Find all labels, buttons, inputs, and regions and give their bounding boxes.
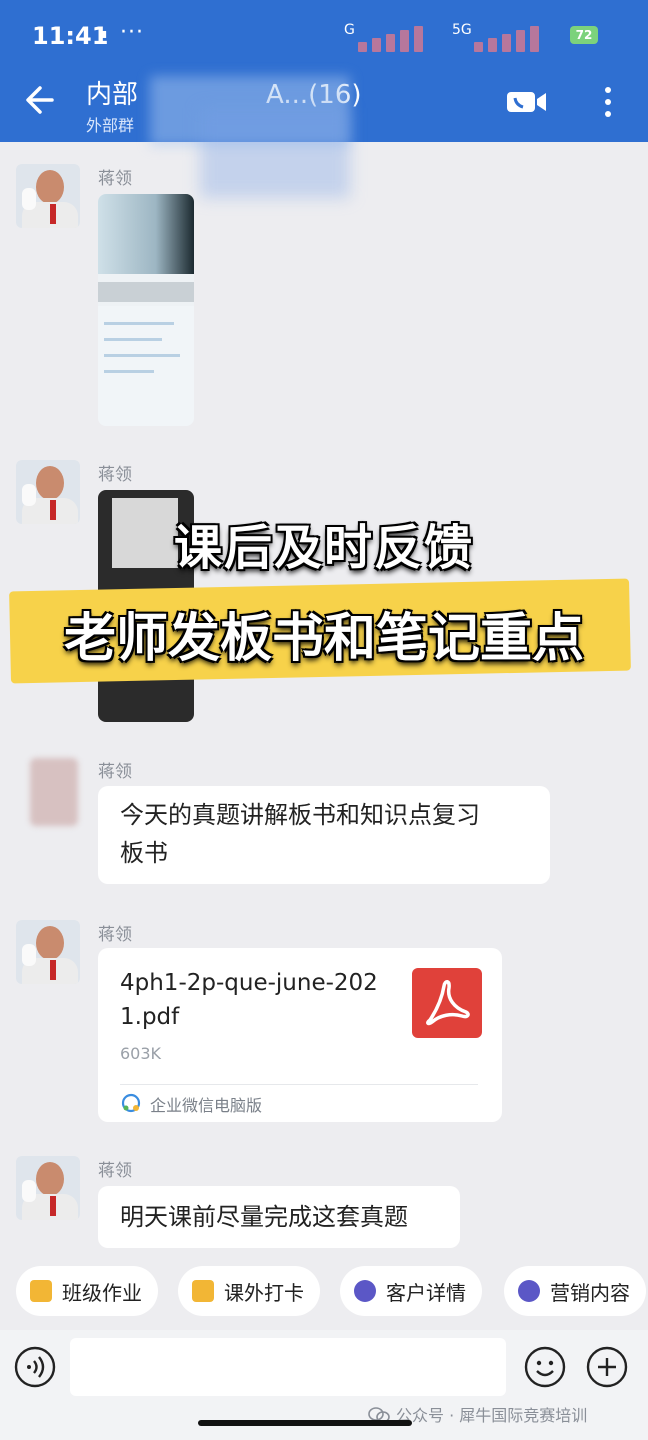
customer-icon: [354, 1280, 376, 1302]
back-arrow-icon[interactable]: [22, 82, 58, 122]
message-line: 明天课前尽量完成这套真题: [120, 1203, 408, 1231]
plus-icon[interactable]: [586, 1346, 628, 1388]
network-label-2: 5G: [452, 22, 472, 38]
chip-homework[interactable]: 班级作业: [16, 1266, 158, 1316]
message-line: 板书: [120, 839, 168, 867]
video-call-icon[interactable]: [506, 88, 548, 116]
file-source: 企业微信电脑版: [150, 1096, 263, 1115]
sender-name: 蒋领: [98, 925, 132, 945]
chip-label: 班级作业: [62, 1280, 142, 1305]
text-message[interactable]: 今天的真题讲解板书和知识点复习 板书: [98, 786, 550, 884]
chat-subtitle: 外部群: [86, 116, 135, 135]
watermark-text: 公众号 · 犀牛国际竞赛培训: [396, 1406, 588, 1425]
quick-actions-bar: 班级作业 课外打卡 客户详情 营销内容: [0, 1266, 648, 1324]
sender-name: 蒋领: [98, 169, 132, 189]
signal-icon-2: [474, 22, 554, 52]
status-time: 11:41: [32, 22, 109, 50]
emoji-icon[interactable]: [524, 1346, 566, 1388]
arrow-left-icon: [26, 86, 54, 114]
signal-icon: [358, 22, 438, 52]
network-label-1: G: [344, 22, 355, 38]
avatar[interactable]: [16, 164, 80, 228]
pdf-icon: [412, 968, 482, 1038]
chip-customer-details[interactable]: 客户详情: [340, 1266, 482, 1316]
avatar[interactable]: [16, 920, 80, 984]
wecom-icon: [120, 1092, 142, 1114]
notification-icon: ▪: [98, 26, 108, 42]
file-name: 4ph1-2p-que-june-2021.pdf: [120, 970, 378, 1030]
homework-icon: [30, 1280, 52, 1302]
voice-icon[interactable]: [14, 1346, 56, 1388]
checkin-icon: [192, 1280, 214, 1302]
overlay-headline: 课后及时反馈: [173, 520, 474, 576]
avatar[interactable]: [30, 758, 78, 826]
chip-label: 客户详情: [386, 1280, 466, 1305]
chat-title-prefix: 内部: [86, 80, 139, 110]
text-message[interactable]: 明天课前尽量完成这套真题: [98, 1186, 460, 1248]
sender-name: 蒋领: [98, 1161, 132, 1181]
overlay-subheadline: 老师发板书和笔记重点: [63, 609, 584, 669]
divider: [120, 1084, 478, 1085]
chip-checkin[interactable]: 课外打卡: [178, 1266, 320, 1316]
sender-name: 蒋领: [98, 465, 132, 485]
image-message[interactable]: [98, 194, 194, 426]
chip-label: 课外打卡: [224, 1280, 304, 1305]
app-header: 11:41 ▪ ··· G 5G 72 内部A...(16) 外部群: [0, 0, 648, 198]
status-bar: 11:41 ▪ ··· G 5G 72: [0, 0, 648, 70]
more-vertical-icon[interactable]: [598, 82, 618, 122]
redaction-blur: [200, 108, 350, 198]
battery-icon: 72: [570, 26, 598, 44]
message-input[interactable]: [70, 1338, 506, 1396]
avatar[interactable]: [16, 1156, 80, 1220]
chip-marketing-content[interactable]: 营销内容: [504, 1266, 646, 1316]
status-more-icon: ···: [120, 20, 144, 45]
file-size: 603K: [120, 1044, 162, 1063]
message-line: 今天的真题讲解板书和知识点复习: [120, 801, 480, 829]
chip-label: 营销内容: [550, 1280, 630, 1305]
marketing-icon: [518, 1280, 540, 1302]
home-indicator[interactable]: [198, 1420, 412, 1426]
sender-name: 蒋领: [98, 762, 132, 782]
file-message[interactable]: 4ph1-2p-que-june-2021.pdf 603K 企业微信电脑版: [98, 948, 502, 1122]
